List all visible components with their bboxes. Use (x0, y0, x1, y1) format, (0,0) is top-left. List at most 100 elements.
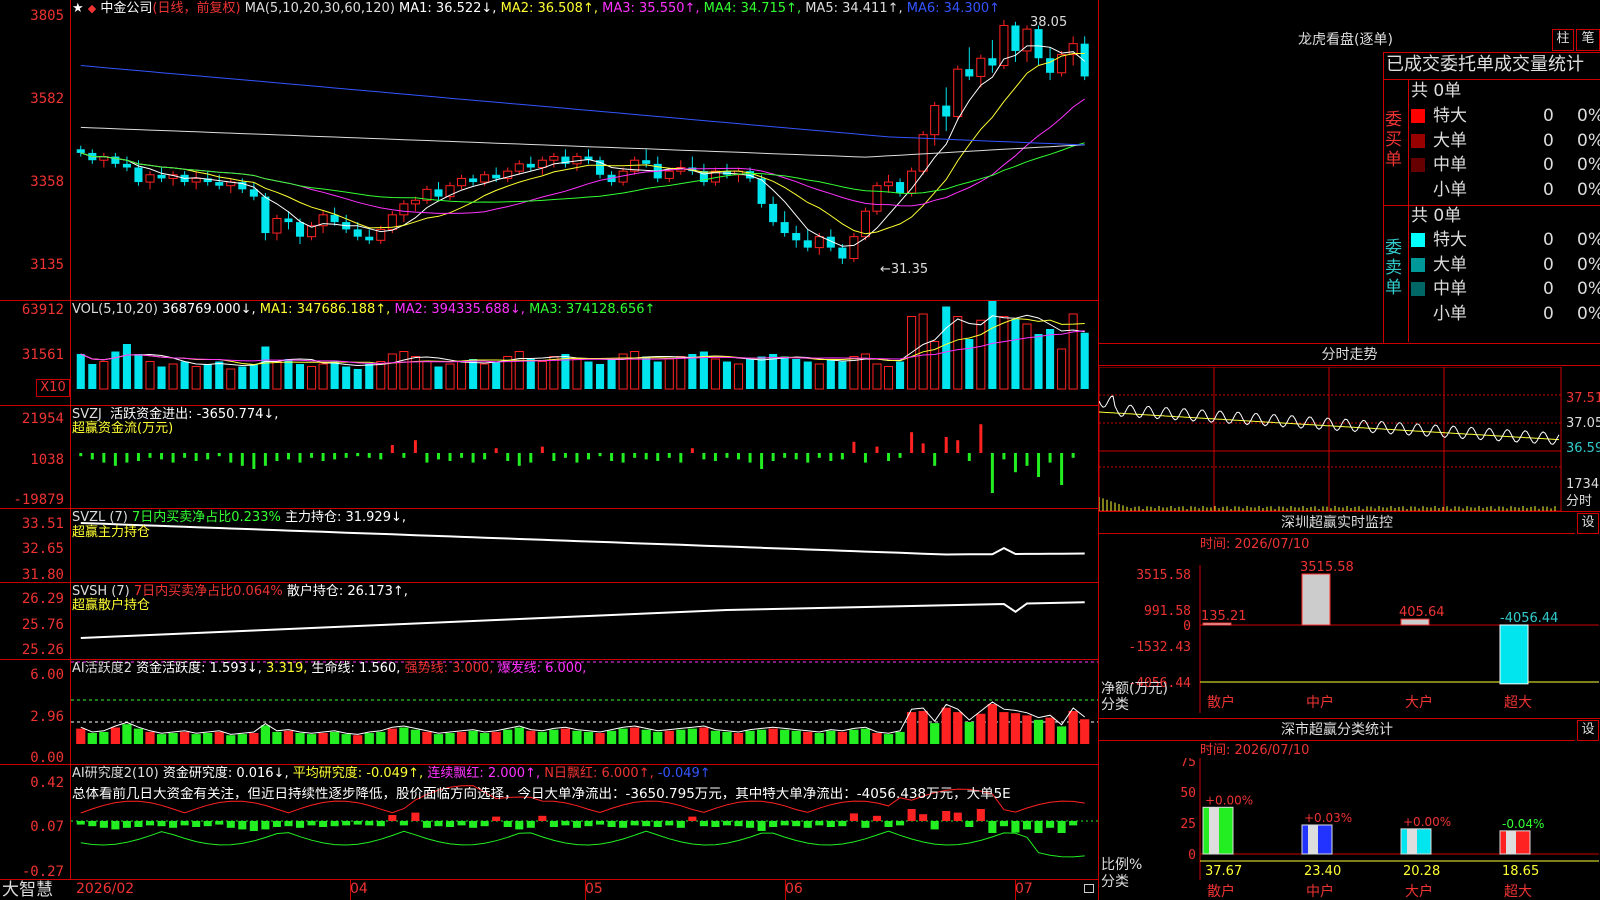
svsh-sub: 超赢散户持仓 (72, 598, 151, 613)
chart-mode[interactable]: (日线，前复权) (152, 1, 240, 16)
intraday-chart[interactable] (1099, 367, 1600, 512)
buy-row-1-v: 0 (1543, 130, 1554, 151)
candle-body-34 (469, 178, 478, 183)
vol-bar-67 (849, 356, 859, 390)
sc-cat-3: 超大 (1504, 884, 1532, 900)
ai1-bar-60 (768, 728, 778, 744)
vol-bar-13 (226, 368, 236, 390)
candle-body-64 (814, 236, 824, 249)
vol-bar-9 (180, 361, 189, 389)
vol-bar-77 (965, 339, 974, 389)
svzj-bar-49 (644, 453, 648, 460)
svzj-bar-42 (563, 453, 567, 458)
lock-icon[interactable] (1084, 884, 1094, 893)
ai2-bar-35 (480, 821, 489, 827)
sz-axis-0: 3515.58 (1136, 568, 1191, 583)
ai2-bar-43 (572, 821, 581, 828)
svzj-bar-40 (540, 446, 544, 453)
ai2-bar-9 (180, 821, 189, 826)
ai1-bar-72 (906, 712, 917, 744)
svzj-bar-48 (633, 453, 637, 458)
ai2-bar-10 (192, 821, 201, 827)
ai2-bar-64 (815, 821, 824, 826)
vol-bar-79 (988, 301, 997, 389)
svzj-bar-79 (990, 453, 994, 493)
star-icon[interactable]: ★ (72, 1, 84, 16)
ai2-summary: 总体看前几日大资金有关注，但近日持续性逐步降低，股价面临方向选择，今日大单净流出… (72, 787, 1011, 802)
svzj-bar-83 (1037, 453, 1041, 477)
sc-top-line (1099, 718, 1600, 719)
ai2-bar-31 (434, 821, 443, 827)
svsh-axis-2: 25.76 (21, 617, 64, 633)
ai2-bar-24 (353, 821, 362, 825)
ai2-bar-60 (769, 821, 778, 827)
candle-body-66 (838, 247, 847, 259)
sc-stats-chart[interactable]: 75 50 25 0 +0.00% 37.67 散户 +0.03% 23.40 中户 +0.00% 2… (1099, 758, 1600, 900)
ai2-bar-85 (1057, 821, 1066, 833)
panel-sep-7 (0, 879, 1098, 880)
svzj-bar-73 (921, 443, 925, 453)
ai2-bar-68 (861, 821, 870, 828)
sc-bar-shine-1 (1308, 824, 1318, 854)
fs-top-line (1099, 343, 1600, 344)
tick-mode-button[interactable]: 笔 (1576, 29, 1600, 51)
vol-bar-57 (733, 363, 744, 390)
buy-row-2-p: 0% (1577, 155, 1600, 175)
svzj-bar-66 (840, 453, 844, 460)
svzl-line (80, 522, 1085, 556)
ai2-val5: -0.049↑ (657, 766, 711, 781)
sz-monitor-chart[interactable]: 3515.58 991.580 -1532.43 -4056.44 135.21 散户 35… (1099, 555, 1600, 715)
svzj-bar-44 (587, 453, 590, 460)
ai1-bar-28 (399, 727, 409, 744)
ai1-bar-86 (1068, 711, 1078, 744)
ai1-bar-4 (122, 724, 132, 744)
ai1-bar-81 (1010, 713, 1021, 744)
ai2-bar-21 (319, 821, 328, 827)
ai1-bar-69 (872, 733, 882, 744)
buy-row-0-n: 特大 (1433, 106, 1467, 126)
ai2-bar-83 (1034, 821, 1043, 833)
fs-frame (1099, 367, 1562, 512)
vol-bar-36 (492, 361, 501, 389)
vol-bar-40 (537, 361, 547, 390)
sc-bar-shine-0 (1209, 807, 1219, 854)
ai-research-chart[interactable] (71, 765, 1098, 879)
x-label-3: 05 (585, 881, 603, 897)
ai2-bar-82 (1022, 821, 1032, 830)
ai1-bar-58 (745, 730, 755, 744)
svzl-label: SVZL (7) (72, 510, 128, 525)
svzj-axis-3: -19879 (13, 492, 64, 508)
vol-bar-39 (526, 359, 535, 389)
vol-bar-49 (642, 356, 651, 389)
svsh-header: SVSH (7) 7日内买卖净占比0.064% 散户持仓: 26.173↑, (72, 584, 408, 599)
bar-mode-button[interactable]: 柱 (1552, 29, 1574, 51)
candle-body-29 (410, 199, 420, 205)
svzj-bar-38 (517, 453, 521, 466)
ai1-bar-61 (780, 729, 790, 744)
svzj-bar-78 (979, 424, 983, 453)
svzj-bar-6 (148, 453, 152, 458)
ai2-bar-46 (607, 821, 616, 827)
svzj-bar-39 (529, 453, 533, 463)
ai1-bar-19 (295, 733, 305, 744)
candle-body-61 (780, 222, 789, 234)
vol-ma3: MA3: 374128.656↑ (529, 302, 656, 317)
ai1-bar-74 (930, 723, 940, 744)
stock-name[interactable]: 中金公司 (100, 1, 152, 16)
svzj-axis-1: 21954 (21, 411, 64, 427)
ai2-bar-26 (376, 821, 385, 827)
sc-settings-button[interactable]: 设 (1577, 720, 1599, 741)
vol-bar-12 (215, 361, 224, 389)
sc-unit: 比例% (1101, 857, 1143, 873)
brand-logo[interactable]: 大智慧 (2, 880, 53, 900)
sz-axis-3: -1532.43 (1128, 640, 1191, 655)
ai1-strong: 强势线: 3.000, (404, 661, 494, 676)
sz-settings-button[interactable]: 设 (1577, 513, 1599, 534)
vol-bar-11 (203, 364, 212, 389)
ai1-bar-51 (664, 730, 674, 744)
ai2-bar-62 (792, 821, 801, 827)
buy-side-divider (1408, 80, 1409, 342)
svzj-bar-1 (90, 453, 94, 460)
candlestick-chart[interactable] (71, 0, 1098, 300)
ai1-bar-26 (376, 731, 386, 744)
